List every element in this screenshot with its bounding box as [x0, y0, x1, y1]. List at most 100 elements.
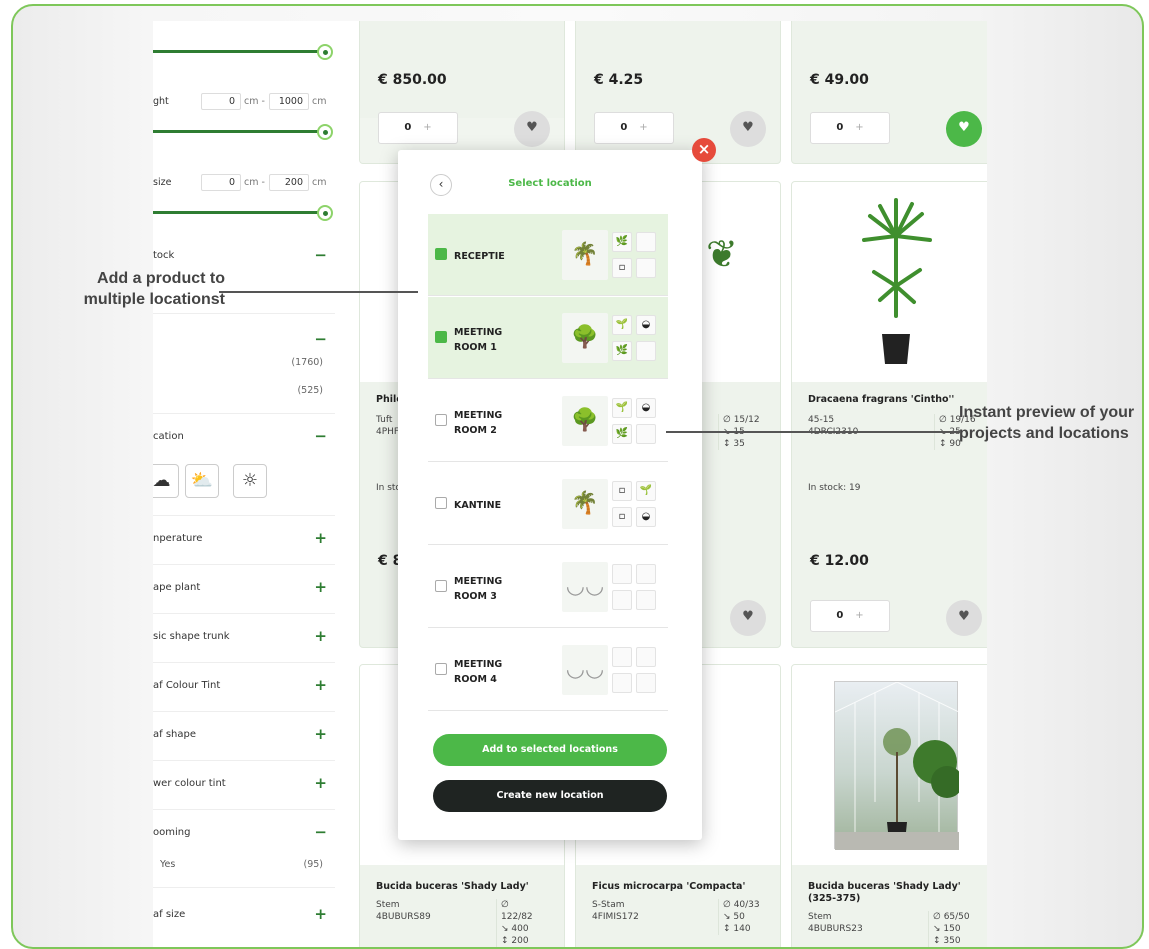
- slider-handle[interactable]: [317, 205, 333, 221]
- pot-thumbnail: ▫: [612, 258, 632, 278]
- product-name: Dracaena fragrans 'Cintho'': [808, 394, 955, 405]
- slider-handle[interactable]: [317, 44, 333, 60]
- partly-sunny-icon[interactable]: ⛅: [185, 464, 219, 498]
- empty-slot: [636, 647, 656, 667]
- product-card[interactable]: Dracaena fragrans 'Cintho'' 45-154DRCI23…: [791, 181, 987, 648]
- empty-slot: [636, 590, 656, 610]
- expand-icon[interactable]: +: [314, 905, 327, 923]
- plant-thumbnail: 🌳: [562, 396, 608, 446]
- pot-thumbnail: ▫: [612, 481, 632, 501]
- height-range-slider[interactable]: [153, 124, 335, 140]
- collapse-icon[interactable]: −: [314, 246, 327, 264]
- potsize-max-input[interactable]: 200: [269, 174, 309, 191]
- heart-icon[interactable]: ♥: [946, 111, 982, 147]
- location-item-meeting-room-4[interactable]: MEETING ROOM 4 ◡◡: [428, 629, 668, 711]
- facet-shape-trunk[interactable]: sic shape trunk +: [153, 613, 335, 662]
- facet-group: − (1760) (525): [153, 313, 335, 413]
- product-name: Bucida buceras 'Shady Lady' (325-375): [808, 881, 961, 904]
- height-max-input[interactable]: 1000: [269, 93, 309, 110]
- quantity-stepper[interactable]: 0 +: [594, 112, 674, 144]
- expand-icon[interactable]: +: [314, 774, 327, 792]
- collapse-icon[interactable]: −: [314, 330, 327, 348]
- location-checkbox[interactable]: [435, 414, 447, 426]
- plant-thumbnail: 🌿: [612, 424, 632, 444]
- facet-label: af shape: [153, 729, 197, 740]
- expand-icon[interactable]: +: [314, 578, 327, 596]
- facet-leaf-shape[interactable]: af shape +: [153, 711, 335, 760]
- pot-thumbnail: ◒: [636, 315, 656, 335]
- plant-thumbnail: 🌱: [612, 398, 632, 418]
- potsize-range-slider[interactable]: [153, 205, 335, 221]
- product-card[interactable]: Bucida buceras 'Shady Lady' (325-375) St…: [791, 664, 987, 947]
- cloud-icon[interactable]: ☁: [153, 464, 179, 498]
- screenshot-frame: ght 0 cm - 1000 cm size 0 cm - 200 cm to…: [11, 4, 1144, 949]
- facet-label: tock: [153, 250, 175, 261]
- location-item-meeting-room-3[interactable]: MEETING ROOM 3 ◡◡: [428, 546, 668, 628]
- location-item-meeting-room-1[interactable]: MEETING ROOM 1 🌳 🌱 ◒ 🌿: [428, 297, 668, 379]
- expand-icon[interactable]: +: [314, 627, 327, 645]
- facet-label: cation: [153, 431, 184, 442]
- height-filter: ght 0 cm - 1000 cm: [153, 93, 335, 111]
- create-new-location-button[interactable]: Create new location: [433, 780, 667, 812]
- facet-leaf-colour[interactable]: af Colour Tint +: [153, 662, 335, 711]
- location-item-kantine[interactable]: KANTINE 🌴 ▫ 🌱 ▫ ◒: [428, 463, 668, 545]
- facet-leaf-size[interactable]: af size +: [153, 887, 335, 936]
- potsize-min-input[interactable]: 0: [201, 174, 241, 191]
- product-meta: 45-154DRCI2310: [808, 415, 858, 437]
- product-dimensions: ∅ 122/82 ↘ 400 ↕ 200: [496, 899, 533, 947]
- potsize-filter: size 0 cm - 200 cm: [153, 174, 335, 192]
- quantity-stepper[interactable]: 0 +: [378, 112, 458, 144]
- heart-icon[interactable]: ♥: [730, 600, 766, 636]
- pot-thumbnail: ◒: [636, 507, 656, 527]
- location-checkbox[interactable]: [435, 331, 447, 343]
- heart-icon[interactable]: ♥: [514, 111, 550, 147]
- top-range-slider[interactable]: [153, 44, 335, 60]
- location-checkbox[interactable]: [435, 497, 447, 509]
- blooming-yes-label[interactable]: Yes: [160, 859, 175, 870]
- heart-icon[interactable]: ♥: [946, 600, 982, 636]
- facet-flower-colour[interactable]: wer colour tint +: [153, 760, 335, 809]
- product-card[interactable]: € 49.00 0 + ♥: [791, 21, 987, 164]
- quantity-stepper[interactable]: 0 +: [810, 112, 890, 144]
- product-dimensions: ∅ 65/50 ↘ 150 ↕ 350: [928, 911, 970, 947]
- facet-label: ape plant: [153, 582, 201, 593]
- height-filter-label: ght: [153, 96, 169, 107]
- facet-temperature[interactable]: nperature +: [153, 515, 335, 564]
- close-icon[interactable]: ×: [692, 138, 716, 162]
- product-card[interactable]: € 4.25 0 + ♥: [575, 21, 781, 164]
- product-meta: S-Stam 4FIMIS172: [592, 900, 639, 922]
- empty-slot: [636, 232, 656, 252]
- potsize-min-unit: cm -: [244, 177, 265, 188]
- location-checkbox[interactable]: [435, 248, 447, 260]
- slider-handle[interactable]: [317, 124, 333, 140]
- location-name: MEETING ROOM 4: [454, 659, 503, 685]
- facet-shape-plant[interactable]: ape plant +: [153, 564, 335, 613]
- location-item-meeting-room-2[interactable]: MEETING ROOM 2 🌳 🌱 ◒ 🌿: [428, 380, 668, 462]
- location-item-receptie[interactable]: RECEPTIE 🌴 🌿 ▫: [428, 214, 668, 296]
- annotation-left-line: [219, 291, 418, 293]
- sun-icon[interactable]: ☼: [233, 464, 267, 498]
- expand-icon[interactable]: +: [314, 529, 327, 547]
- plant-thumbnail: 🌿: [612, 341, 632, 361]
- location-checkbox[interactable]: [435, 580, 447, 592]
- collapse-icon[interactable]: −: [314, 427, 327, 445]
- facet-label: wer colour tint: [153, 778, 226, 789]
- add-to-selected-locations-button[interactable]: Add to selected locations: [433, 734, 667, 766]
- product-price: € 49.00: [810, 72, 869, 88]
- empty-slot: [612, 647, 632, 667]
- product-card[interactable]: € 850.00 0 + ♥: [359, 21, 565, 164]
- filter-sidebar: ght 0 cm - 1000 cm size 0 cm - 200 cm to…: [153, 21, 335, 947]
- quantity-stepper[interactable]: 0 +: [810, 600, 890, 632]
- expand-icon[interactable]: +: [314, 676, 327, 694]
- modal-title: Select location: [508, 178, 592, 189]
- expand-icon[interactable]: +: [314, 725, 327, 743]
- facet-blooming[interactable]: ooming − Yes (95): [153, 809, 335, 887]
- height-min-input[interactable]: 0: [201, 93, 241, 110]
- empty-slot: [612, 590, 632, 610]
- heart-icon[interactable]: ♥: [730, 111, 766, 147]
- collapse-icon[interactable]: −: [314, 823, 327, 841]
- location-checkbox[interactable]: [435, 663, 447, 675]
- empty-slot: [636, 258, 656, 278]
- product-dimensions: ∅ 40/33 ↘ 50 ↕ 140: [718, 899, 760, 935]
- facet-label: af size: [153, 909, 186, 920]
